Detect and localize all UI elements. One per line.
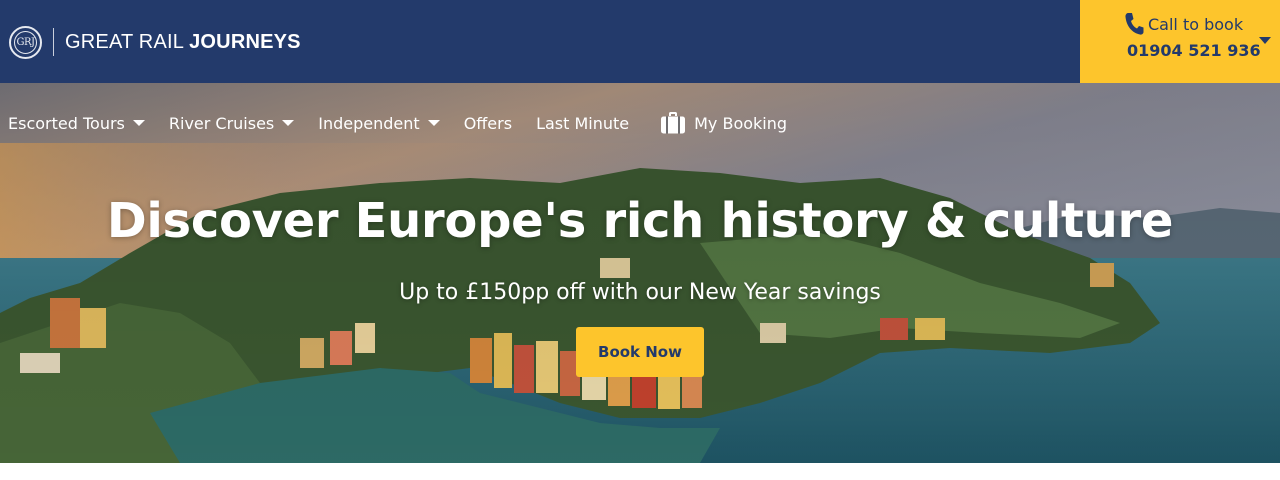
nav-last-minute[interactable]: Last Minute <box>536 114 629 133</box>
nav-escorted-tours[interactable]: Escorted Tours <box>8 114 145 133</box>
nav-river-cruises[interactable]: River Cruises <box>169 114 295 133</box>
hero-background-image <box>0 83 1280 463</box>
phone-icon <box>1125 13 1144 35</box>
logo-divider <box>53 28 54 56</box>
chevron-down-icon <box>282 120 295 126</box>
chevron-down-icon <box>132 120 145 126</box>
top-header: GRJ GREAT RAIL JOURNEYS Call to book 019… <box>0 0 1280 83</box>
call-to-book-panel[interactable]: Call to book 01904 521 936 <box>1080 0 1280 83</box>
call-to-book-label: Call to book <box>1148 14 1244 34</box>
nav-my-booking[interactable]: My Booking <box>661 112 787 134</box>
nav-offers[interactable]: Offers <box>464 114 512 133</box>
suitcase-icon <box>661 112 686 134</box>
logo-wordmark: GREAT RAIL JOURNEYS <box>65 30 301 53</box>
chevron-down-icon <box>427 120 440 126</box>
nav-independent[interactable]: Independent <box>318 114 440 133</box>
chevron-down-icon[interactable] <box>1259 37 1271 44</box>
hero-banner: Escorted Tours River Cruises Independent… <box>0 83 1280 463</box>
hero-headline: Discover Europe's rich history & culture <box>106 193 1174 249</box>
hero-subheadline: Up to £150pp off with our New Year savin… <box>399 280 881 305</box>
main-navigation: Escorted Tours River Cruises Independent… <box>8 110 811 136</box>
logo-mark-icon: GRJ <box>9 25 42 59</box>
site-logo[interactable]: GRJ GREAT RAIL JOURNEYS <box>9 24 301 60</box>
phone-number[interactable]: 01904 521 936 <box>1127 41 1261 60</box>
book-now-button[interactable]: Book Now <box>576 327 704 377</box>
